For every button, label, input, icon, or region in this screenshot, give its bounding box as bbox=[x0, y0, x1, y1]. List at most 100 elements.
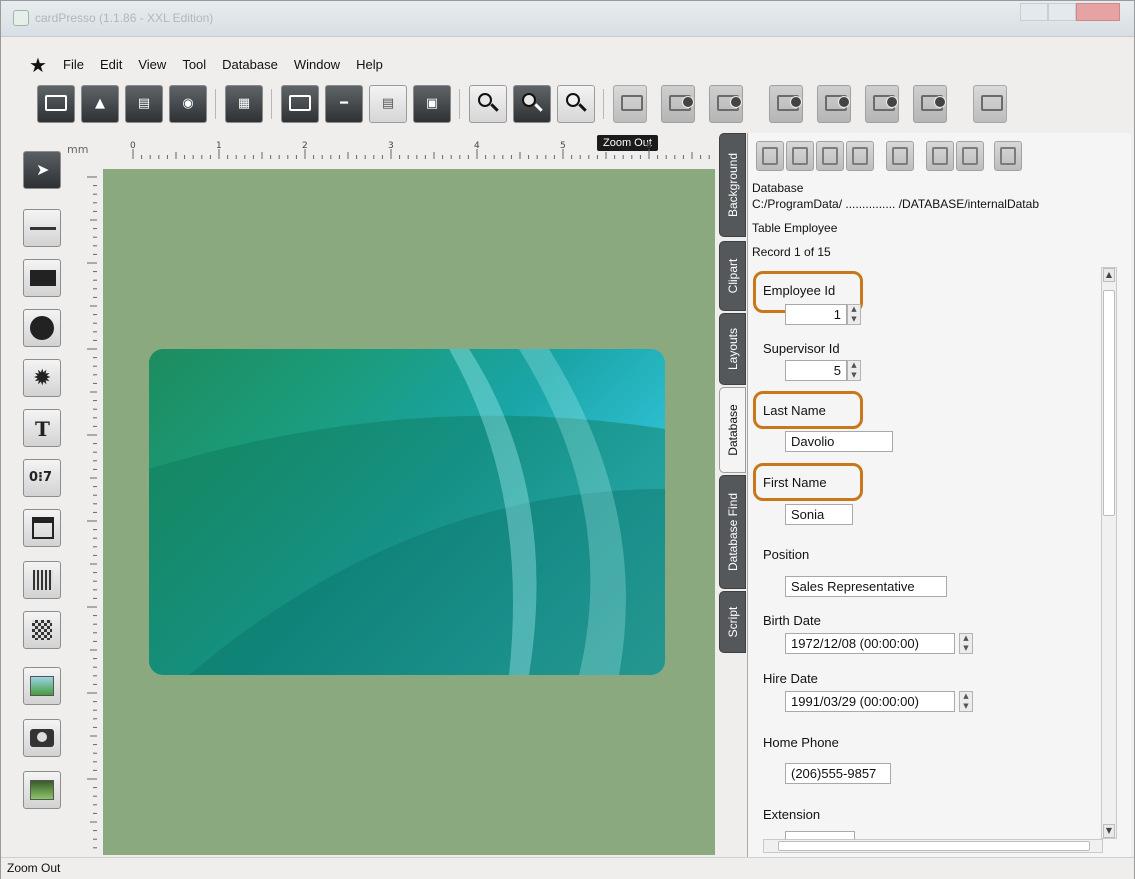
camera-button[interactable]: ◉ bbox=[169, 85, 207, 123]
minimize-button[interactable] bbox=[1020, 3, 1048, 21]
db-undo-button[interactable] bbox=[973, 85, 1007, 123]
image-tool-button[interactable] bbox=[23, 667, 61, 705]
db-disabled-button[interactable] bbox=[613, 85, 647, 123]
card-front-button[interactable] bbox=[281, 85, 319, 123]
db-panel-first-button[interactable] bbox=[756, 141, 784, 171]
last-name-field[interactable]: Davolio bbox=[785, 431, 893, 452]
db-next-button[interactable] bbox=[865, 85, 899, 123]
line-tool-button[interactable] bbox=[23, 209, 61, 247]
db-refresh-button[interactable] bbox=[709, 85, 743, 123]
hire-date-field[interactable]: 1991/03/29 (00:00:00) bbox=[785, 691, 955, 712]
db-panel-last-button[interactable] bbox=[846, 141, 874, 171]
field-label-extension: Extension bbox=[763, 807, 821, 822]
vertical-scrollbar[interactable]: ▲ ▼ bbox=[1101, 267, 1117, 839]
star-icon[interactable]: ★ bbox=[29, 53, 47, 78]
maximize-button[interactable] bbox=[1048, 3, 1076, 21]
select-tool-button[interactable]: ➤ bbox=[23, 151, 61, 189]
employee-id-spinner[interactable]: ▲ ▼ bbox=[847, 304, 861, 325]
db-panel-refresh-button[interactable] bbox=[886, 141, 914, 171]
db-connect-button[interactable] bbox=[661, 85, 695, 123]
menu-edit[interactable]: Edit bbox=[100, 57, 122, 72]
scroll-thumb[interactable] bbox=[1103, 290, 1115, 516]
ellipse-tool-button[interactable] bbox=[23, 309, 61, 347]
counter-tool-button[interactable]: 0⁝7 bbox=[23, 459, 61, 497]
menu-view[interactable]: View bbox=[138, 57, 166, 72]
card-back-button[interactable]: ━ bbox=[325, 85, 363, 123]
db-panel-delete-button[interactable] bbox=[926, 141, 954, 171]
encode-button[interactable]: ▣ bbox=[413, 85, 451, 123]
rectangle-icon bbox=[30, 270, 56, 286]
zoom-in-button[interactable] bbox=[469, 85, 507, 123]
open-button[interactable]: ▲ bbox=[81, 85, 119, 123]
hire-date-spinner[interactable]: ▲ ▼ bbox=[959, 691, 973, 712]
ruler-tick-label: 5 bbox=[560, 141, 566, 151]
tab-database[interactable]: Database bbox=[719, 387, 746, 473]
first-name-field[interactable]: Sonia bbox=[785, 504, 853, 525]
date-tool-button[interactable] bbox=[23, 509, 61, 547]
print-button[interactable]: ▦ bbox=[225, 85, 263, 123]
save-button[interactable]: ▤ bbox=[125, 85, 163, 123]
hscroll-thumb[interactable] bbox=[778, 841, 1090, 851]
field-label-birth-date: Birth Date bbox=[763, 613, 821, 628]
record-counter: Record 1 of 15 bbox=[752, 245, 831, 259]
extension-field[interactable] bbox=[785, 831, 855, 839]
field-label-employee-id: Employee Id bbox=[763, 283, 836, 298]
shape-tool-button[interactable]: ✹ bbox=[23, 359, 61, 397]
zoom-out-button[interactable] bbox=[513, 85, 551, 123]
title-bar: cardPresso (1.1.86 - XXL Edition) bbox=[1, 1, 1134, 37]
tab-background[interactable]: Background bbox=[719, 133, 746, 237]
menu-file[interactable]: File bbox=[63, 57, 84, 72]
ruler-tick-label: 1 bbox=[216, 141, 222, 151]
landscape-icon bbox=[30, 780, 54, 800]
position-field[interactable]: Sales Representative bbox=[785, 576, 947, 597]
window-title: cardPresso (1.1.86 - XXL Edition) bbox=[35, 11, 214, 25]
birth-date-field[interactable]: 1972/12/08 (00:00:00) bbox=[785, 633, 955, 654]
db-first-button[interactable] bbox=[769, 85, 803, 123]
menu-bar: ★ File Edit View Tool Database Window He… bbox=[1, 49, 1134, 79]
horizontal-ruler: 012345678 bbox=[130, 141, 710, 159]
line-icon bbox=[30, 227, 56, 230]
tab-layouts[interactable]: Layouts bbox=[719, 313, 746, 385]
menu-help[interactable]: Help bbox=[356, 57, 383, 72]
scroll-up-arrow[interactable]: ▲ bbox=[1103, 268, 1115, 282]
database-path: C:/ProgramData/ ............... /DATABAS… bbox=[752, 197, 1039, 211]
ruler-tick-label: 0 bbox=[130, 141, 136, 151]
tab-script[interactable]: Script bbox=[719, 591, 746, 653]
background-tool-button[interactable] bbox=[23, 771, 61, 809]
menu-database[interactable]: Database bbox=[222, 57, 278, 72]
text-tool-button[interactable]: T bbox=[23, 409, 61, 447]
pointer-icon: ➤ bbox=[36, 160, 50, 179]
db-panel-prev-button[interactable] bbox=[786, 141, 814, 171]
scroll-down-arrow[interactable]: ▼ bbox=[1103, 824, 1115, 838]
ruler-unit: mm bbox=[67, 143, 89, 156]
card-preview[interactable] bbox=[149, 349, 665, 675]
db-panel-add-button[interactable] bbox=[956, 141, 984, 171]
calendar-icon bbox=[32, 517, 54, 539]
db-last-button[interactable] bbox=[913, 85, 947, 123]
zoom-fit-button[interactable] bbox=[557, 85, 595, 123]
supervisor-id-field[interactable]: 5 bbox=[785, 360, 847, 381]
app-icon bbox=[13, 10, 29, 26]
tab-database-find[interactable]: Database Find bbox=[719, 475, 746, 589]
camera-tool-button[interactable] bbox=[23, 719, 61, 757]
supervisor-id-spinner[interactable]: ▲ ▼ bbox=[847, 360, 861, 381]
db-panel-next-button[interactable] bbox=[816, 141, 844, 171]
barcode-tool-button[interactable] bbox=[23, 561, 61, 599]
layers-button[interactable]: ▤ bbox=[369, 85, 407, 123]
tab-clipart[interactable]: Clipart bbox=[719, 241, 746, 311]
camera-icon bbox=[30, 729, 54, 747]
rectangle-tool-button[interactable] bbox=[23, 259, 61, 297]
field-label-position: Position bbox=[763, 547, 810, 562]
home-phone-field[interactable]: (206)555-9857 bbox=[785, 763, 891, 784]
horizontal-scrollbar[interactable] bbox=[763, 839, 1103, 853]
menu-tool[interactable]: Tool bbox=[182, 57, 206, 72]
new-card-button[interactable] bbox=[37, 85, 75, 123]
close-button[interactable] bbox=[1076, 3, 1120, 21]
qrcode-tool-button[interactable] bbox=[23, 611, 61, 649]
birth-date-spinner[interactable]: ▲ ▼ bbox=[959, 633, 973, 654]
ruler-tick-label: 2 bbox=[302, 141, 308, 151]
db-prev-button[interactable] bbox=[817, 85, 851, 123]
db-panel-apply-button[interactable] bbox=[994, 141, 1022, 171]
menu-window[interactable]: Window bbox=[294, 57, 340, 72]
employee-id-field[interactable]: 1 bbox=[785, 304, 847, 325]
